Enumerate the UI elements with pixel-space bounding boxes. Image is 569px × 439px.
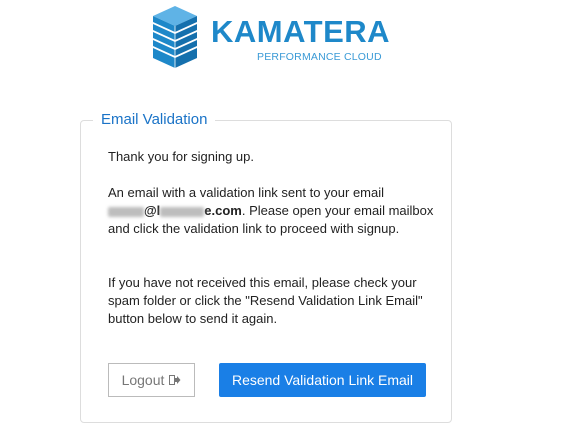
brand-tagline: PERFORMANCE CLOUD xyxy=(257,51,382,63)
brand-name: KAMATERA xyxy=(211,14,391,49)
email-domain: e.com xyxy=(204,203,242,218)
email-redacted-domain xyxy=(160,206,205,217)
resend-info-text: If you have not received this email, ple… xyxy=(108,275,423,326)
email-at: @l xyxy=(144,203,161,218)
email-redacted-user xyxy=(108,206,144,217)
kamatera-logo: KAMATERA PERFORMANCE CLOUD xyxy=(151,6,391,72)
card-title: Email Validation xyxy=(93,110,216,130)
validation-intro: An email with a validation link sent to … xyxy=(108,185,385,200)
thank-you-text: Thank you for signing up. xyxy=(108,149,254,164)
email-validation-page: KAMATERA PERFORMANCE CLOUD Email Validat… xyxy=(0,0,569,439)
resend-validation-button[interactable]: Resend Validation Link Email xyxy=(219,363,426,397)
kamatera-cube-icon xyxy=(153,6,197,68)
validation-info-text: An email with a validation link sent to … xyxy=(108,184,438,238)
sign-out-icon xyxy=(169,375,181,385)
logout-label: Logout xyxy=(121,372,165,388)
logout-button[interactable]: Logout xyxy=(108,363,195,397)
